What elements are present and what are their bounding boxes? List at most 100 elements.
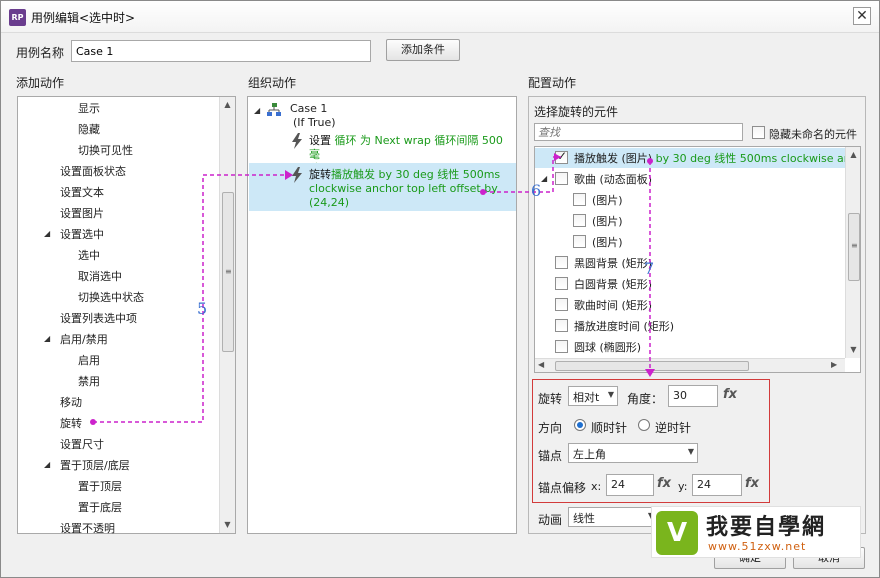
widget-checkbox[interactable] bbox=[555, 256, 568, 269]
logo-mark: V bbox=[656, 511, 698, 555]
widget-checkbox[interactable] bbox=[555, 149, 568, 164]
anchor-label: 锚点 bbox=[538, 449, 563, 463]
angle-label: 角度： bbox=[627, 392, 664, 406]
action-item[interactable]: 设置不透明 bbox=[60, 520, 115, 536]
widget-name[interactable]: (图片) bbox=[592, 213, 623, 229]
hide-unnamed-checkbox[interactable] bbox=[752, 126, 765, 139]
axure-rp-icon: RP bbox=[9, 9, 26, 26]
direction-label: 方向 bbox=[538, 421, 563, 435]
hide-unnamed-label: 隐藏未命名的元件 bbox=[769, 128, 857, 141]
widget-checkbox[interactable] bbox=[555, 277, 568, 290]
offset-y-fx-button[interactable]: fx bbox=[745, 476, 759, 491]
chevron-down-icon: ▼ bbox=[687, 447, 694, 456]
case-name-label: 用例名称 bbox=[16, 46, 65, 60]
select-widget-label: 选择旋转的元件 bbox=[534, 105, 619, 119]
rotate-label: 旋转 bbox=[538, 392, 563, 406]
widget-checkbox[interactable] bbox=[573, 214, 586, 227]
action-item[interactable]: 置于底层 bbox=[78, 499, 122, 515]
widget-name[interactable]: 黑圆背景 (矩形) bbox=[574, 255, 652, 271]
scroll-thumb[interactable]: ≡ bbox=[222, 192, 234, 352]
action-item[interactable]: 取消选中 bbox=[78, 268, 122, 284]
x-label: x: bbox=[591, 480, 602, 493]
expand-icon[interactable]: ◢ bbox=[44, 460, 50, 469]
hscroll-thumb[interactable] bbox=[555, 361, 749, 371]
action-rotate[interactable]: 旋转播放触发 by 30 deg 线性 500ms clockwise anch… bbox=[309, 168, 514, 210]
action-item[interactable]: 设置选中 bbox=[60, 226, 104, 242]
action-item[interactable]: 启用/禁用 bbox=[60, 331, 108, 347]
widget-tree-vscrollbar[interactable]: ▲ ≡ ▼ bbox=[845, 147, 860, 358]
scroll-down-arrow[interactable]: ▼ bbox=[846, 343, 860, 357]
widget-tree-hscrollbar[interactable]: ◀ ▶ bbox=[535, 358, 845, 372]
action-item[interactable]: 设置尺寸 bbox=[60, 436, 104, 452]
add-condition-button[interactable]: 添加条件 bbox=[386, 39, 460, 61]
offset-x-fx-button[interactable]: fx bbox=[657, 476, 671, 491]
annotation-number-6: 6 bbox=[531, 181, 542, 200]
action-item[interactable]: 切换可见性 bbox=[78, 142, 133, 158]
lightning-icon bbox=[292, 167, 302, 183]
animation-select[interactable]: 线性▼ bbox=[568, 507, 658, 527]
counter-clockwise-label: 逆时针 bbox=[655, 421, 692, 435]
scroll-down-arrow[interactable]: ▼ bbox=[220, 518, 235, 532]
y-label: y: bbox=[678, 480, 688, 493]
case-name-node[interactable]: Case 1 bbox=[290, 102, 327, 115]
widget-name[interactable]: 播放触发 (图片) by 30 deg 线性 500ms clockwise a… bbox=[574, 150, 860, 166]
offset-x-input[interactable]: 24 bbox=[606, 474, 654, 496]
action-item[interactable]: 隐藏 bbox=[78, 121, 100, 137]
action-item[interactable]: 启用 bbox=[78, 352, 100, 368]
scroll-thumb[interactable]: ≡ bbox=[848, 213, 860, 281]
widget-name[interactable]: 播放进度时间 (矩形) bbox=[574, 318, 674, 334]
action-item[interactable]: 设置文本 bbox=[60, 184, 104, 200]
action-item[interactable]: 显示 bbox=[78, 100, 100, 116]
action-item[interactable]: 置于顶层 bbox=[78, 478, 122, 494]
lightning-icon bbox=[292, 133, 302, 149]
widget-name[interactable]: 圆球 (椭圆形) bbox=[574, 339, 641, 355]
offset-y-input[interactable]: 24 bbox=[692, 474, 742, 496]
widget-name[interactable]: 歌曲时间 (矩形) bbox=[574, 297, 652, 313]
add-action-header: 添加动作 bbox=[16, 76, 65, 90]
clockwise-label: 顺时针 bbox=[591, 421, 628, 435]
action-item[interactable]: 禁用 bbox=[78, 373, 100, 389]
close-button[interactable]: ✕ bbox=[853, 7, 871, 25]
title-bar: RP 用例编辑<选中时> ✕ bbox=[1, 1, 879, 33]
action-item[interactable]: 选中 bbox=[78, 247, 100, 263]
organize-action-header: 组织动作 bbox=[248, 76, 297, 90]
widget-checkbox[interactable] bbox=[573, 235, 586, 248]
widget-name[interactable]: 歌曲 (动态面板) bbox=[574, 171, 652, 187]
clockwise-radio[interactable] bbox=[574, 419, 586, 431]
action-item[interactable]: 设置列表选中项 bbox=[60, 310, 137, 326]
widget-checkbox[interactable] bbox=[555, 340, 568, 353]
expand-icon[interactable]: ◢ bbox=[541, 174, 547, 183]
watermark-logo: V 我要自學網 www.51zxw.net bbox=[651, 506, 861, 558]
action-item[interactable]: 设置图片 bbox=[60, 205, 104, 221]
action-item[interactable]: 设置面板状态 bbox=[60, 163, 126, 179]
action-item[interactable]: 置于顶层/底层 bbox=[60, 457, 130, 473]
widget-name[interactable]: 白圆背景 (矩形) bbox=[574, 276, 652, 292]
widget-name[interactable]: (图片) bbox=[592, 192, 623, 208]
action-tree-scrollbar[interactable]: ▲ ≡ ▼ bbox=[219, 97, 235, 533]
widget-checkbox[interactable] bbox=[555, 172, 568, 185]
case-expand-icon[interactable]: ◢ bbox=[254, 106, 260, 115]
annotation-number-5: 5 bbox=[197, 299, 208, 318]
configure-action-header: 配置动作 bbox=[528, 76, 577, 90]
counter-clockwise-radio[interactable] bbox=[638, 419, 650, 431]
logo-text: 我要自學網 bbox=[706, 515, 827, 540]
widget-checkbox[interactable] bbox=[555, 298, 568, 311]
action-item[interactable]: 切换选中状态 bbox=[78, 289, 144, 305]
angle-input[interactable]: 30 bbox=[668, 385, 718, 407]
widget-checkbox[interactable] bbox=[573, 193, 586, 206]
scroll-up-arrow[interactable]: ▲ bbox=[846, 148, 860, 162]
widget-name[interactable]: (图片) bbox=[592, 234, 623, 250]
rotate-mode-select[interactable]: 相对t ▼ bbox=[568, 386, 618, 406]
logo-url: www.51zxw.net bbox=[708, 540, 807, 553]
action-item[interactable]: 旋转 bbox=[60, 415, 82, 431]
anchor-offset-label: 锚点偏移 bbox=[538, 481, 587, 495]
expand-icon[interactable]: ◢ bbox=[44, 334, 50, 343]
scroll-up-arrow[interactable]: ▲ bbox=[220, 98, 235, 112]
widget-search-input[interactable] bbox=[534, 123, 743, 141]
action-item[interactable]: 移动 bbox=[60, 394, 82, 410]
expand-icon[interactable]: ◢ bbox=[44, 229, 50, 238]
angle-fx-button[interactable]: fx bbox=[723, 387, 737, 402]
case-name-input[interactable] bbox=[71, 40, 371, 62]
anchor-select[interactable]: 左上角 ▼ bbox=[568, 443, 698, 463]
widget-checkbox[interactable] bbox=[555, 319, 568, 332]
